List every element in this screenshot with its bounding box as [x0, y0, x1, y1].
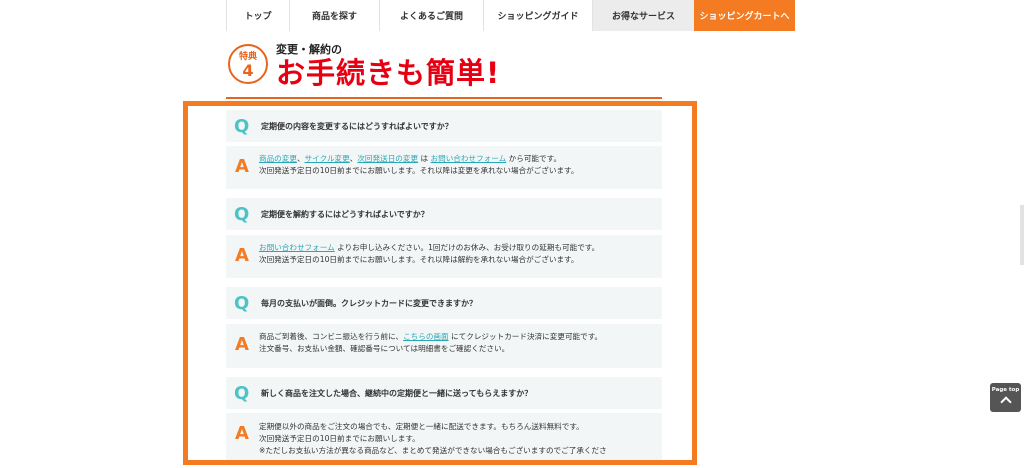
heading-title: お手続きも簡単!: [276, 56, 501, 90]
q-icon: Q: [234, 382, 250, 404]
question-text: 定期便を解約するにはどうすればよいですか？: [261, 209, 429, 219]
scrollbar-thumb[interactable]: [1020, 205, 1024, 265]
nav-search-products[interactable]: 商品を探す: [289, 0, 379, 31]
question-row: Q 定期便を解約するにはどうすればよいですか？: [226, 198, 662, 230]
answer-text: 定期便以外の商品をご注文の場合でも、定期便と一緒に配送できます。もちろん送料無料…: [259, 422, 607, 455]
question-text: 定期便の内容を変更するにはどうすればよいですか？: [261, 121, 453, 131]
answer-row: A お問い合わせフォーム よりお申し込みください。1回だけのお休み、お受け取りの…: [226, 235, 662, 278]
a-icon: A: [235, 423, 249, 444]
answer-row: A 定期便以外の商品をご注文の場合でも、定期便と一緒に配送できます。もちろん送料…: [226, 413, 662, 460]
contact-form-link[interactable]: お問い合わせフォーム: [259, 243, 335, 252]
answer-text: 商品の変更、サイクル変更、次回発送日の変更 は お問い合わせフォーム から可能で…: [259, 154, 579, 175]
question-text: 新しく商品を注文した場合、継続中の定期便と一緒に送ってもらえますか？: [261, 388, 533, 398]
global-nav: トップ 商品を探す よくあるご質問 ショッピングガイド お得なサービス ショッピ…: [226, 0, 795, 31]
next-ship-date-link[interactable]: 次回発送日の変更: [357, 154, 418, 163]
question-text: 毎月の支払いが面倒。クレジットカードに変更できますか？: [261, 298, 477, 308]
a-icon: A: [235, 156, 249, 177]
nav-faq[interactable]: よくあるご質問: [379, 0, 483, 31]
cycle-change-link[interactable]: サイクル変更: [305, 154, 350, 163]
q-icon: Q: [234, 115, 250, 137]
contact-form-link[interactable]: お問い合わせフォーム: [431, 154, 507, 163]
nav-services[interactable]: お得なサービス: [592, 0, 694, 31]
product-change-link[interactable]: 商品の変更: [259, 154, 297, 163]
page-top-label: Page top: [991, 387, 1020, 393]
a-icon: A: [235, 245, 249, 266]
answer-row: A 商品の変更、サイクル変更、次回発送日の変更 は お問い合わせフォーム から可…: [226, 146, 662, 189]
nav-top[interactable]: トップ: [226, 0, 289, 31]
answer-text: お問い合わせフォーム よりお申し込みください。1回だけのお休み、お受け取りの延期…: [259, 243, 600, 264]
answer-text: 商品ご到着後、コンビニ振込を行う前に、こちらの画面 にてクレジットカード決済に変…: [259, 332, 603, 353]
a-icon: A: [235, 334, 249, 355]
q-icon: Q: [234, 203, 250, 225]
page-top-button[interactable]: Page top: [990, 383, 1021, 412]
answer-row: A 商品ご到着後、コンビニ振込を行う前に、こちらの画面 にてクレジットカード決済…: [226, 324, 662, 368]
badge-number: 4: [242, 61, 254, 80]
section-heading: 特典 4 変更・解約の お手続きも簡単!: [226, 38, 662, 99]
nav-cart-button[interactable]: ショッピングカートへ: [694, 0, 795, 31]
question-row: Q 新しく商品を注文した場合、継続中の定期便と一緒に送ってもらえますか？: [226, 377, 662, 409]
benefit-badge: 特典 4: [228, 44, 268, 84]
question-row: Q 定期便の内容を変更するにはどうすればよいですか？: [226, 110, 662, 142]
arrow-up-icon: [999, 396, 1012, 408]
question-row: Q 毎月の支払いが面倒。クレジットカードに変更できますか？: [226, 287, 662, 319]
credit-change-link[interactable]: こちらの画面: [403, 332, 449, 341]
nav-shopping-guide[interactable]: ショッピングガイド: [483, 0, 592, 31]
q-icon: Q: [234, 292, 250, 314]
